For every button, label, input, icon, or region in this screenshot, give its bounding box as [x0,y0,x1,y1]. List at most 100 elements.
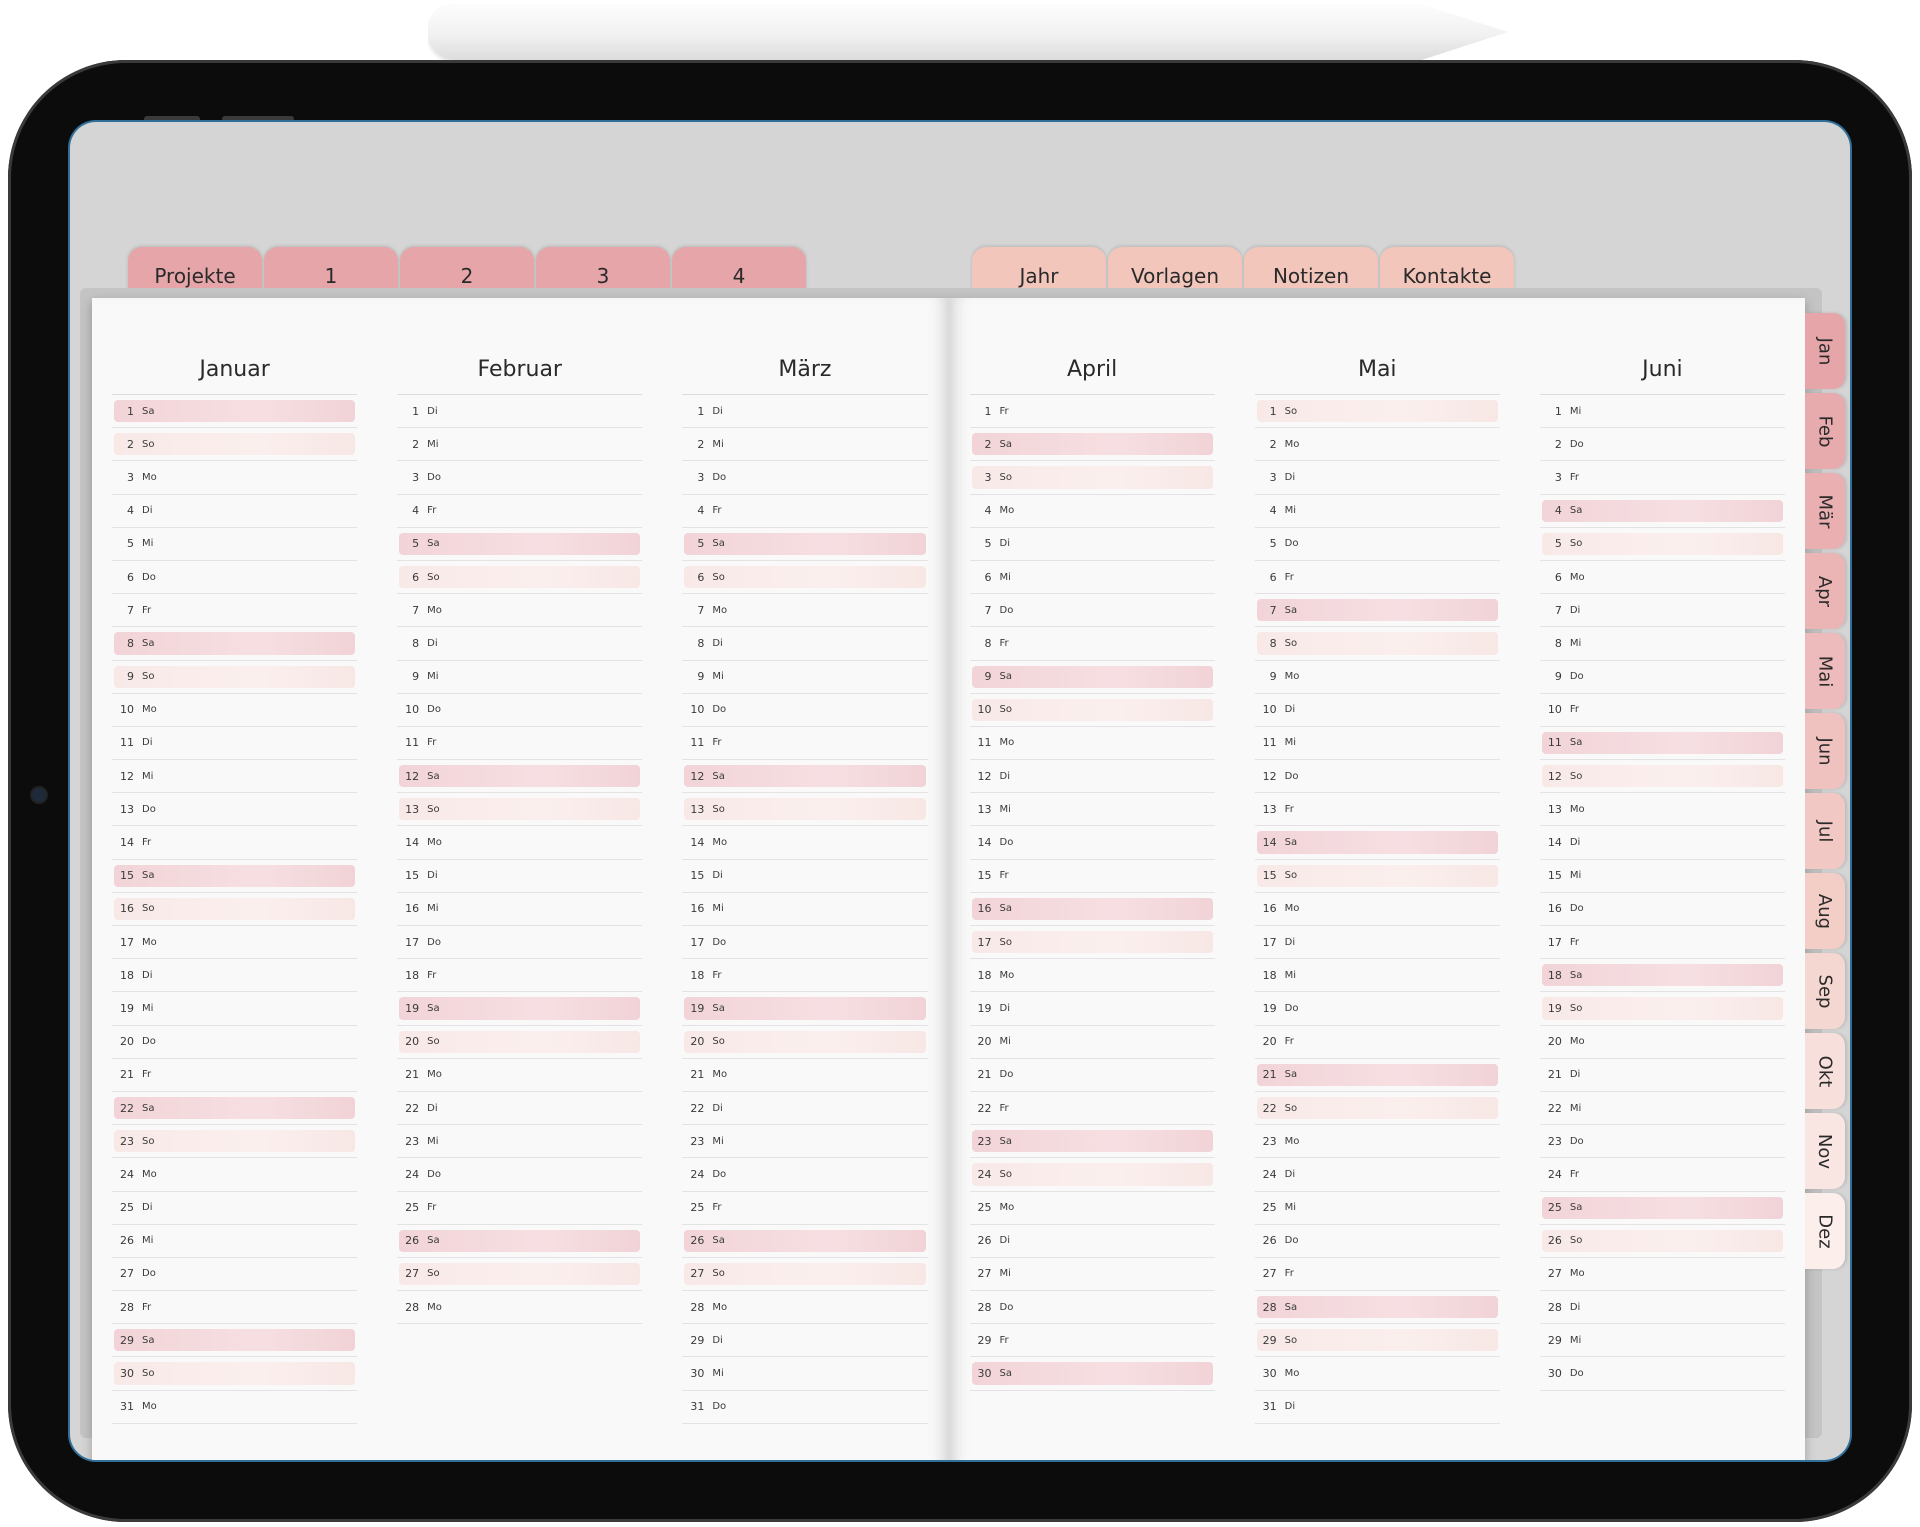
day-row[interactable]: 16 Mi [682,893,928,926]
day-row[interactable]: 25 Mi [1254,1192,1500,1225]
day-row[interactable]: 6 So [397,561,643,595]
day-row[interactable]: 22 Sa [112,1092,358,1126]
day-row[interactable]: 8 Di [682,627,928,661]
day-row[interactable]: 11 Fr [397,727,643,761]
day-row[interactable]: 14 Mo [682,826,928,860]
day-row[interactable]: 22 Mi [1539,1092,1786,1126]
day-row[interactable]: 21 Mo [397,1059,643,1092]
day-row[interactable]: 30 Mi [682,1357,928,1391]
day-row[interactable]: 9 So [112,661,358,694]
day-row[interactable]: 15 So [1254,860,1500,893]
day-row[interactable]: 8 So [1254,627,1500,661]
day-row[interactable]: 4 Fr [682,495,928,528]
day-row[interactable]: 13 Mi [969,793,1215,827]
day-row[interactable]: 11 Di [112,727,358,761]
day-row[interactable]: 17 Mo [112,926,358,960]
day-row[interactable]: 16 So [112,893,358,926]
day-row[interactable]: 18 Sa [1539,959,1786,993]
day-row[interactable]: 4 Sa [1539,495,1786,528]
day-row[interactable]: 23 Do [1539,1125,1786,1159]
side-tab-aug[interactable]: Aug [1805,873,1845,949]
day-row[interactable]: 4 Fr [397,495,643,528]
side-tab-mai[interactable]: Mai [1805,633,1845,709]
day-row[interactable]: 8 Mi [1539,627,1786,661]
day-row[interactable]: 26 Sa [682,1225,928,1258]
day-row[interactable]: 2 Mi [397,428,643,462]
day-row[interactable]: 2 Mi [682,428,928,462]
day-row[interactable]: 20 Do [112,1026,358,1059]
day-row[interactable]: 1 Sa [112,395,358,429]
day-row[interactable]: 8 Sa [112,627,358,661]
side-tab-jan[interactable]: Jan [1805,313,1845,389]
side-tab-dez[interactable]: Dez [1805,1193,1845,1269]
day-row[interactable]: 17 Fr [1539,926,1786,960]
day-row[interactable]: 12 Di [969,760,1215,794]
day-row[interactable]: 16 Sa [969,893,1215,926]
day-row[interactable]: 29 Fr [969,1324,1215,1358]
day-row[interactable]: 27 Mi [969,1258,1215,1292]
day-row[interactable]: 7 Fr [112,594,358,628]
side-tab-sep[interactable]: Sep [1805,953,1845,1029]
day-row[interactable]: 3 Do [397,461,643,495]
day-row[interactable]: 31 Mo [112,1391,358,1424]
day-row[interactable]: 2 Do [1539,428,1786,462]
day-row[interactable]: 25 Sa [1539,1192,1786,1225]
day-row[interactable]: 30 So [112,1357,358,1391]
day-row[interactable]: 2 Mo [1254,428,1500,462]
day-row[interactable]: 28 Sa [1254,1291,1500,1325]
day-row[interactable]: 19 Mi [112,992,358,1026]
day-row[interactable]: 6 So [682,561,928,595]
day-row[interactable]: 19 Di [969,992,1215,1026]
day-row[interactable]: 24 Do [397,1158,643,1192]
side-tab-feb[interactable]: Feb [1805,393,1845,469]
day-row[interactable]: 24 So [969,1158,1215,1192]
day-row[interactable]: 5 Di [969,528,1215,561]
day-row[interactable]: 7 Di [1539,594,1786,628]
day-row[interactable]: 24 Di [1254,1158,1500,1192]
day-row[interactable]: 9 Mi [682,661,928,694]
day-row[interactable]: 6 Mi [969,561,1215,595]
day-row[interactable]: 9 Mo [1254,661,1500,694]
day-row[interactable]: 4 Mo [969,495,1215,528]
day-row[interactable]: 17 So [969,926,1215,960]
day-row[interactable]: 4 Mi [1254,495,1500,528]
day-row[interactable]: 16 Mo [1254,893,1500,926]
side-tab-apr[interactable]: Apr [1805,553,1845,629]
day-row[interactable]: 24 Mo [112,1158,358,1192]
day-row[interactable]: 12 Sa [682,760,928,794]
day-row[interactable]: 23 Sa [969,1125,1215,1159]
day-row[interactable]: 15 Di [682,860,928,893]
day-row[interactable]: 3 Mo [112,461,358,495]
side-tab-nov[interactable]: Nov [1805,1113,1845,1189]
day-row[interactable]: 17 Do [682,926,928,960]
day-row[interactable]: 26 Di [969,1225,1215,1258]
day-row[interactable]: 15 Mi [1539,860,1786,893]
day-row[interactable]: 10 Di [1254,694,1500,727]
day-row[interactable]: 27 So [397,1258,643,1292]
day-row[interactable]: 9 Do [1539,661,1786,694]
day-row[interactable]: 7 Do [969,594,1215,628]
day-row[interactable]: 11 Sa [1539,727,1786,761]
day-row[interactable]: 25 Fr [682,1192,928,1225]
day-row[interactable]: 5 Sa [682,528,928,561]
side-tab-okt[interactable]: Okt [1805,1033,1845,1109]
day-row[interactable]: 19 Do [1254,992,1500,1026]
day-row[interactable]: 10 So [969,694,1215,727]
day-row[interactable]: 20 So [682,1026,928,1059]
day-row[interactable]: 28 Mo [682,1291,928,1325]
day-row[interactable]: 31 Di [1254,1391,1500,1424]
day-row[interactable]: 1 Di [397,395,643,429]
day-row[interactable]: 11 Fr [682,727,928,761]
day-row[interactable]: 15 Di [397,860,643,893]
day-row[interactable]: 18 Fr [397,959,643,993]
day-row[interactable]: 18 Mo [969,959,1215,993]
day-row[interactable]: 26 Do [1254,1225,1500,1258]
day-row[interactable]: 28 Do [969,1291,1215,1325]
day-row[interactable]: 1 Mi [1539,395,1786,429]
day-row[interactable]: 14 Fr [112,826,358,860]
day-row[interactable]: 10 Do [682,694,928,727]
day-row[interactable]: 26 So [1539,1225,1786,1258]
day-row[interactable]: 23 So [112,1125,358,1159]
day-row[interactable]: 24 Do [682,1158,928,1192]
day-row[interactable]: 25 Mo [969,1192,1215,1225]
